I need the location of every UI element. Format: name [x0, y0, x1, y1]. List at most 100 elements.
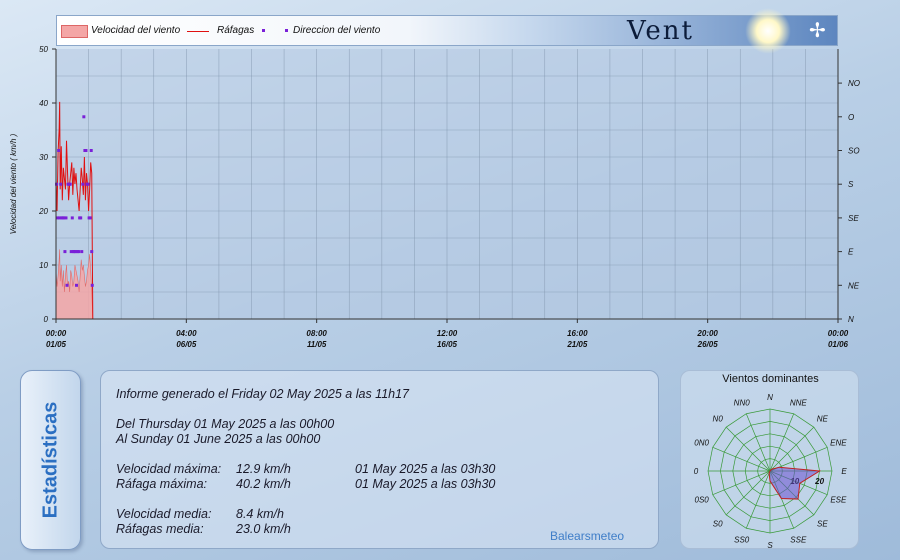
mean-speed-value: 8.4 km/h	[236, 507, 284, 521]
rose-direction-label: NN0	[734, 399, 751, 408]
x-tick-time: 04:00	[176, 329, 197, 338]
direction-point	[65, 283, 69, 287]
max-speed-when: 01 May 2025 a las 03h30	[355, 462, 496, 476]
rose-direction-label: 0S0	[695, 495, 710, 504]
rose-ring-label: 20	[814, 477, 824, 486]
direction-point	[68, 182, 72, 186]
x-axis: 00:00 01/05 04:00 06/05 08:00 11/05 12:00 16/05…	[46, 319, 849, 349]
x-tick-time: 20:00	[696, 329, 718, 338]
x-tick-time: 00:00	[828, 329, 849, 338]
direction-point	[90, 283, 94, 287]
rose-direction-label: S	[767, 541, 773, 550]
max-speed-value: 12.9 km/h	[236, 462, 291, 476]
x-tick-date: 06/05	[176, 340, 197, 349]
direction-point	[79, 216, 83, 220]
rose-direction-label: NNE	[790, 399, 808, 408]
x-tick-date: 01/05	[46, 340, 67, 349]
direction-point	[84, 149, 88, 152]
right-tick-label: NO	[848, 79, 860, 88]
right-tick-label: SE	[848, 214, 859, 223]
right-tick-label: SO	[848, 147, 860, 156]
rose-direction-label: SE	[817, 519, 828, 528]
legend-swatch-direction	[262, 29, 265, 32]
x-tick-time: 08:00	[306, 329, 327, 338]
rose-direction-label: 0N0	[694, 439, 709, 448]
x-tick-date: 11/05	[307, 340, 327, 349]
period-to: Al Sunday 01 June 2025 a las 00h00	[116, 432, 321, 446]
tab-estadisticas[interactable]: Estadísticas	[20, 370, 81, 550]
rose-direction-label: ENE	[830, 439, 847, 448]
y-axis-label: Velocidad del viento ( km/h )	[9, 133, 18, 234]
direction-point	[59, 182, 63, 186]
rose-direction-label: N0	[713, 415, 724, 424]
direction-point	[80, 250, 84, 254]
max-gust-when: 01 May 2025 a las 03h30	[355, 477, 496, 491]
right-tick-label: S	[848, 180, 854, 189]
chart-header: Velocidad del viento Ráfagas Direccion d…	[56, 8, 838, 54]
rose-direction-label: 0	[694, 467, 699, 476]
x-tick-time: 12:00	[437, 329, 458, 338]
direction-point	[64, 216, 68, 220]
x-tick-date: 21/05	[566, 340, 588, 349]
direction-point	[82, 115, 86, 119]
rose-direction-label: E	[841, 467, 847, 476]
legend-swatch-speed	[61, 25, 88, 38]
rose-spoke	[769, 426, 815, 472]
direction-point	[81, 182, 85, 186]
rose-spoke	[725, 470, 771, 516]
wind-rose-chart: NNNENEENEEESESESSESSS0S00S000N0N0NN01020	[694, 393, 848, 550]
y-tick-label: 50	[39, 45, 48, 54]
mean-gust-value: 23.0 km/h	[236, 522, 291, 536]
legend-label-speed: Velocidad del viento	[91, 25, 181, 36]
y-tick-label: 40	[39, 99, 48, 108]
sun-decoration	[745, 8, 791, 54]
x-tick-date: 01/06	[828, 340, 849, 349]
rose-spoke	[725, 426, 771, 472]
mean-speed-label: Velocidad media:	[116, 507, 212, 521]
y-tick-label: 20	[38, 207, 48, 216]
rose-direction-label: S0	[713, 519, 723, 528]
direction-point	[55, 182, 59, 186]
rose-direction-label: NE	[817, 415, 829, 424]
direction-point	[88, 216, 92, 220]
tab-estadisticas-label: Estadísticas	[39, 401, 61, 519]
direction-point	[77, 250, 81, 254]
max-gust-label: Ráfaga máxima:	[116, 477, 208, 491]
y-tick-label: 0	[44, 315, 49, 324]
rose-direction-label: N	[767, 393, 773, 402]
stats-panel: Informe generado el Friday 02 May 2025 a…	[100, 370, 659, 549]
right-tick-label: E	[848, 248, 854, 257]
direction-point	[89, 149, 93, 152]
chart-title: Vent	[627, 16, 694, 46]
max-speed-label: Velocidad máxima:	[116, 462, 222, 476]
legend-label-gust: Ráfagas	[217, 25, 255, 36]
direction-point	[63, 250, 67, 254]
brand-label: Balearsmeteo	[550, 529, 625, 543]
report-line: Informe generado el Friday 02 May 2025 a…	[116, 387, 410, 401]
x-tick-date: 26/05	[697, 340, 719, 349]
rose-direction-label: SSE	[790, 535, 807, 544]
wind-turbine-icon: ✢	[809, 20, 826, 42]
legend-label-direction: Direccion del viento	[293, 25, 381, 36]
right-tick-label: NE	[848, 281, 860, 290]
direction-point	[86, 182, 90, 186]
direction-point	[57, 149, 61, 152]
right-axis: N NE E SE S SO O NO	[838, 79, 860, 324]
x-tick-time: 00:00	[46, 329, 67, 338]
y-tick-label: 30	[39, 153, 48, 162]
period-from: Del Thursday 01 May 2025 a las 00h00	[116, 417, 335, 431]
legend-swatch-direction-2	[285, 29, 288, 32]
y-axis: 0 10 20 30 40 50	[38, 45, 56, 324]
rose-direction-label: ESE	[830, 495, 847, 504]
direction-point	[70, 216, 74, 220]
y-tick-label: 10	[39, 261, 48, 270]
max-gust-value: 40.2 km/h	[236, 477, 291, 491]
direction-point	[90, 250, 94, 254]
wind-rose-panel: Vientos dominantes N NNE NE ENE E ESE SE SSE S SS…	[680, 370, 859, 550]
mean-gust-label: Ráfagas media:	[116, 522, 204, 536]
legend-swatch-gust	[187, 31, 209, 32]
right-tick-label: O	[848, 113, 854, 122]
x-tick-time: 16:00	[567, 329, 588, 338]
direction-point	[74, 283, 78, 287]
rose-direction-label: SS0	[734, 535, 750, 544]
